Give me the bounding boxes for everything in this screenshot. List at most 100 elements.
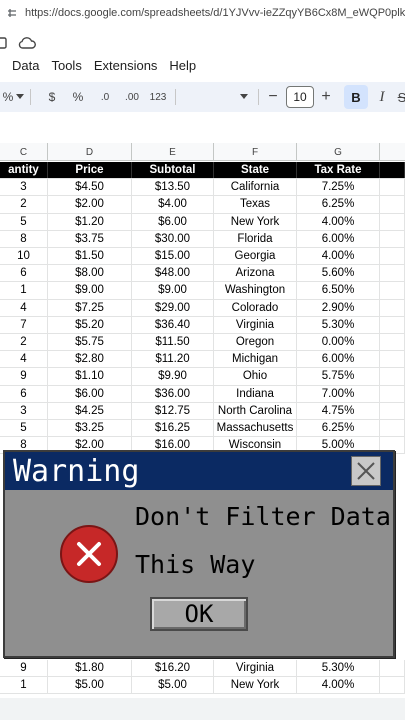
table-cell[interactable]: $29.00 — [132, 299, 214, 316]
table-cell[interactable]: $5.00 — [48, 677, 132, 694]
table-cell[interactable]: $16.20 — [132, 660, 214, 677]
move-icon[interactable] — [0, 36, 8, 53]
table-cell[interactable]: 4.00% — [297, 677, 380, 694]
zoom-dropdown-icon[interactable] — [14, 82, 26, 112]
browser-address-bar[interactable]: https://docs.google.com/spreadsheets/d/1… — [0, 0, 405, 26]
table-cell[interactable]: $30.00 — [132, 230, 214, 247]
table-cell[interactable] — [380, 677, 405, 694]
table-cell[interactable] — [380, 213, 405, 230]
table-cell[interactable] — [380, 334, 405, 351]
table-cell[interactable]: Florida — [214, 230, 297, 247]
table-cell[interactable]: $48.00 — [132, 265, 214, 282]
table-cell[interactable]: 5 — [0, 213, 48, 230]
cloud-saved-icon[interactable] — [18, 36, 36, 53]
font-dropdown-icon[interactable] — [238, 82, 250, 112]
table-cell[interactable]: Arizona — [214, 265, 297, 282]
table-cell[interactable]: 9 — [0, 368, 48, 385]
column-header-g[interactable]: G — [297, 143, 380, 161]
table-cell[interactable]: $36.40 — [132, 316, 214, 333]
table-cell[interactable]: 7.00% — [297, 385, 380, 402]
table-cell[interactable]: $36.00 — [132, 385, 214, 402]
font-size-input[interactable]: 10 — [286, 86, 314, 108]
table-cell[interactable] — [380, 316, 405, 333]
table-cell[interactable]: 4.00% — [297, 248, 380, 265]
table-cell[interactable]: $6.00 — [132, 213, 214, 230]
percent-format-button[interactable]: % — [68, 82, 88, 112]
table-cell[interactable] — [380, 299, 405, 316]
table-cell[interactable]: 2 — [0, 196, 48, 213]
table-cell[interactable]: $1.10 — [48, 368, 132, 385]
table-cell[interactable]: $12.75 — [132, 402, 214, 419]
table-cell[interactable]: $9.00 — [132, 282, 214, 299]
table-cell[interactable]: Oregon — [214, 334, 297, 351]
table-cell[interactable]: 6.00% — [297, 230, 380, 247]
table-cell[interactable] — [380, 385, 405, 402]
table-cell[interactable]: 7.25% — [297, 179, 380, 196]
table-cell[interactable]: 6.00% — [297, 351, 380, 368]
column-header-c[interactable]: C — [0, 143, 48, 161]
table-cell[interactable]: $2.80 — [48, 351, 132, 368]
table-cell[interactable]: 6.25% — [297, 196, 380, 213]
table-cell[interactable]: $8.00 — [48, 265, 132, 282]
table-cell[interactable]: $4.50 — [48, 179, 132, 196]
site-info-icon[interactable] — [6, 6, 19, 20]
table-cell[interactable]: $9.00 — [48, 282, 132, 299]
table-cell[interactable]: $5.75 — [48, 334, 132, 351]
table-cell[interactable]: $6.00 — [48, 385, 132, 402]
table-cell[interactable] — [380, 196, 405, 213]
table-cell[interactable]: 4.75% — [297, 402, 380, 419]
ok-button[interactable]: OK — [150, 597, 248, 631]
table-cell[interactable]: $1.50 — [48, 248, 132, 265]
italic-button[interactable]: I — [372, 82, 392, 112]
increase-font-size-button[interactable]: + — [317, 82, 335, 112]
currency-format-button[interactable]: $ — [42, 82, 62, 112]
table-cell[interactable]: 5.60% — [297, 265, 380, 282]
header-cell[interactable]: State — [214, 162, 297, 179]
increase-decimal-button[interactable]: .00 — [120, 82, 144, 112]
table-cell[interactable]: 4.00% — [297, 213, 380, 230]
table-cell[interactable]: Ohio — [214, 368, 297, 385]
decrease-font-size-button[interactable]: − — [264, 82, 282, 112]
table-cell[interactable]: 5 — [0, 420, 48, 437]
table-cell[interactable]: $15.00 — [132, 248, 214, 265]
dialog-close-button[interactable] — [351, 456, 381, 486]
table-cell[interactable]: $2.00 — [48, 196, 132, 213]
table-cell[interactable]: $11.50 — [132, 334, 214, 351]
table-cell[interactable]: 6 — [0, 385, 48, 402]
table-cell[interactable]: 10 — [0, 248, 48, 265]
table-cell[interactable]: $1.20 — [48, 213, 132, 230]
header-cell[interactable] — [380, 162, 405, 179]
column-header-e[interactable]: E — [132, 143, 214, 161]
table-cell[interactable]: Virginia — [214, 316, 297, 333]
table-cell[interactable]: 6 — [0, 265, 48, 282]
table-cell[interactable]: 7 — [0, 316, 48, 333]
table-cell[interactable] — [380, 660, 405, 677]
table-cell[interactable]: 3 — [0, 179, 48, 196]
table-cell[interactable]: $3.75 — [48, 230, 132, 247]
table-cell[interactable]: 4 — [0, 351, 48, 368]
table-cell[interactable]: $7.25 — [48, 299, 132, 316]
strikethrough-button[interactable]: S — [396, 82, 405, 112]
header-cell[interactable]: Price — [48, 162, 132, 179]
table-cell[interactable]: $5.00 — [132, 677, 214, 694]
menu-extensions[interactable]: Extensions — [94, 58, 158, 73]
header-cell[interactable]: antity — [0, 162, 48, 179]
table-cell[interactable]: 5.30% — [297, 316, 380, 333]
table-cell[interactable]: $1.80 — [48, 660, 132, 677]
table-cell[interactable]: North Carolina — [214, 402, 297, 419]
table-cell[interactable]: 5.30% — [297, 660, 380, 677]
table-cell[interactable] — [380, 351, 405, 368]
table-cell[interactable]: $13.50 — [132, 179, 214, 196]
table-cell[interactable]: $4.00 — [132, 196, 214, 213]
table-cell[interactable]: $9.90 — [132, 368, 214, 385]
table-cell[interactable]: 2.90% — [297, 299, 380, 316]
table-cell[interactable]: 3 — [0, 402, 48, 419]
menu-data[interactable]: Data — [12, 58, 39, 73]
table-cell[interactable]: $16.25 — [132, 420, 214, 437]
table-cell[interactable]: California — [214, 179, 297, 196]
table-cell[interactable]: 0.00% — [297, 334, 380, 351]
header-cell[interactable]: Tax Rate — [297, 162, 380, 179]
table-cell[interactable]: $4.25 — [48, 402, 132, 419]
decrease-decimal-button[interactable]: .0 — [94, 82, 116, 112]
table-cell[interactable]: 4 — [0, 299, 48, 316]
